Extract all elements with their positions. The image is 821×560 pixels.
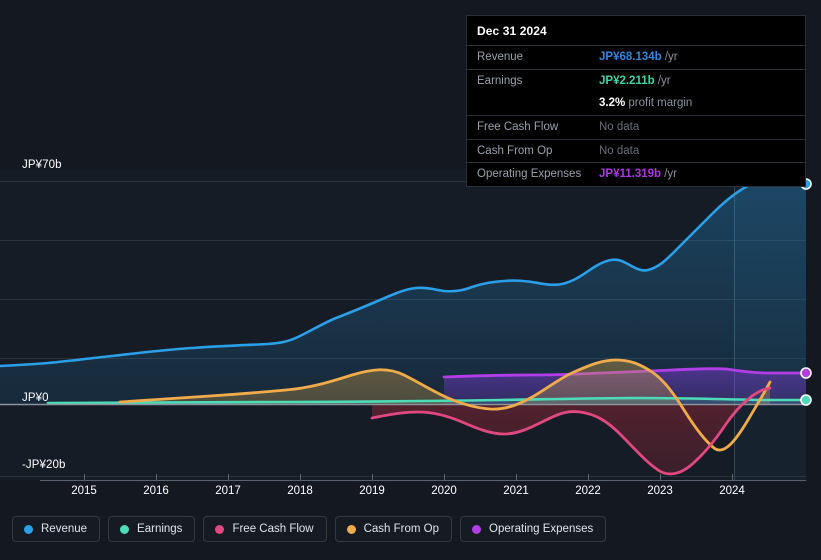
legend-color-dot-icon (346, 524, 356, 534)
financial-chart: JP¥70b JP¥0 -JP¥20b 2015 2016 2017 2018 2019… (0, 0, 821, 560)
legend-item-cash-from-op[interactable]: Cash From Op (334, 516, 453, 542)
legend-color-dot-icon (120, 524, 130, 534)
x-axis-tick-2016: 2016 (143, 485, 169, 497)
legend-item-label: Cash From Op (363, 523, 440, 535)
x-axis-tick-2017: 2017 (215, 485, 241, 497)
data-tooltip: Dec 31 2024 Revenue JP¥68.134b /yr Earning… (466, 15, 806, 188)
tooltip-row-label: Cash From Op (477, 144, 553, 157)
tooltip-row-value: JP¥2.211b /yr (599, 74, 671, 87)
tooltip-row-label: Revenue (477, 51, 524, 63)
tooltip-date: Dec 31 2024 (477, 24, 547, 38)
x-axis-tick-2023: 2023 (647, 485, 673, 497)
legend-item-label: Free Cash Flow (232, 523, 314, 535)
tooltip-row-value: JP¥11.319b /yr (599, 168, 678, 181)
tooltip-row: Cash From Op No data (467, 138, 805, 163)
tooltip-row: Operating Expenses JP¥11.319b /yr (467, 162, 805, 186)
tooltip-row-value: No data (599, 121, 640, 134)
legend-item-free-cash-flow[interactable]: Free Cash Flow (203, 516, 327, 542)
tooltip-row: Revenue JP¥68.134b /yr (467, 45, 805, 69)
legend-color-dot-icon (215, 524, 225, 534)
tooltip-row-value: 3.2% profit margin (599, 97, 693, 110)
tooltip-rows: Revenue JP¥68.134b /yr Earnings JP¥2.211b /… (467, 45, 805, 186)
legend-color-dot-icon (24, 524, 33, 534)
x-axis-tick-2015: 2015 (71, 485, 97, 497)
x-axis-tick-2020: 2020 (431, 485, 457, 497)
x-axis-tick-2021: 2021 (503, 485, 529, 497)
tooltip-row-label: Free Cash Flow (477, 121, 559, 134)
x-axis-tick-2024: 2024 (719, 485, 745, 497)
tooltip-row: 3.2% profit margin (467, 92, 805, 115)
x-axis-tick-2019: 2019 (359, 485, 385, 497)
y-axis-label-zero: JP¥0 (22, 392, 49, 404)
tooltip-row: Earnings JP¥2.211b /yr (467, 68, 805, 93)
tooltip-row-value: No data (599, 144, 640, 157)
legend-item-earnings[interactable]: Earnings (108, 516, 196, 542)
tooltip-row: Free Cash Flow No data (467, 115, 805, 139)
y-axis-label-bottom: -JP¥20b (22, 459, 66, 471)
x-axis-tick-2018: 2018 (287, 485, 313, 497)
x-axis-tick-2022: 2022 (575, 485, 601, 497)
legend-item-operating-expenses[interactable]: Operating Expenses (460, 516, 607, 542)
operating-expenses-endpoint-marker[interactable] (800, 367, 812, 379)
chart-legend: Revenue Earnings Free Cash Flow Cash From O… (12, 516, 607, 542)
earnings-endpoint-marker[interactable] (800, 394, 812, 406)
legend-color-dot-icon (472, 524, 482, 534)
legend-item-label: Operating Expenses (489, 523, 594, 535)
y-axis-label-top: JP¥70b (22, 159, 62, 171)
legend-item-label: Earnings (137, 523, 183, 535)
tooltip-row-value: JP¥68.134b /yr (599, 51, 678, 63)
tooltip-row-label: Earnings (477, 74, 523, 87)
legend-item-revenue[interactable]: Revenue (12, 516, 101, 542)
tooltip-row-label: Operating Expenses (477, 168, 582, 181)
legend-item-label: Revenue (41, 523, 88, 535)
